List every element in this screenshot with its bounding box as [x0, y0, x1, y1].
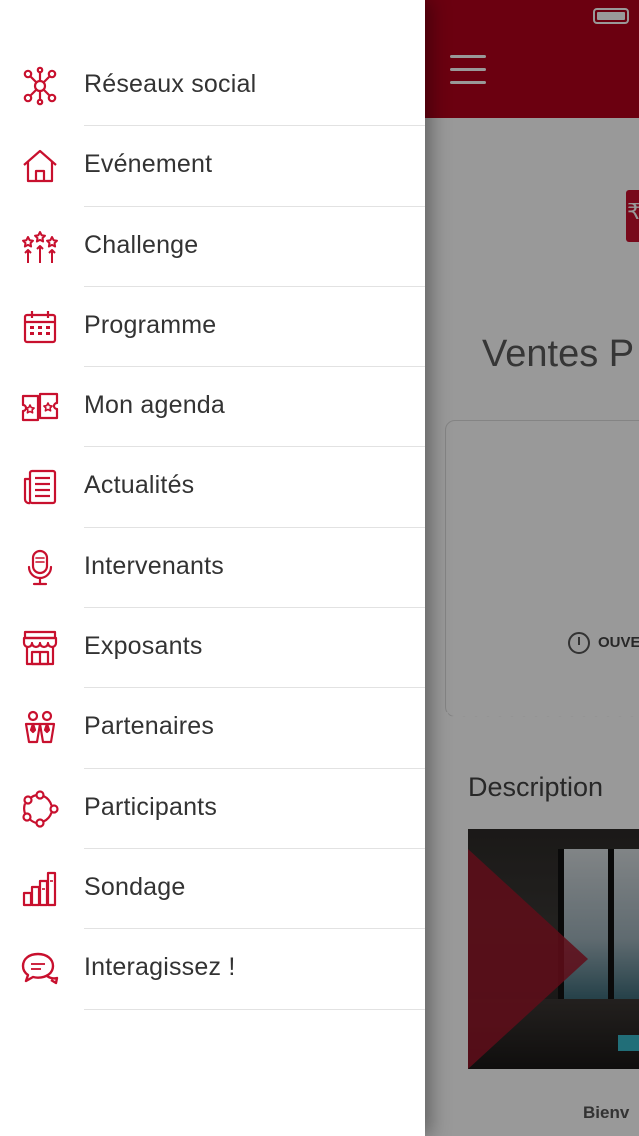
drawer-item-programme[interactable]: Programme — [0, 287, 425, 368]
drawer-item-label: Challenge — [84, 230, 199, 259]
drawer-item-label: Evénement — [84, 150, 213, 179]
drawer-item-exposants[interactable]: Exposants — [0, 608, 425, 689]
drawer-item-challenge[interactable]: Challenge — [0, 207, 425, 287]
drawer-menu: Réseaux social Evénement Challenge Progr… — [0, 46, 425, 1010]
drawer-item-label: Sondage — [84, 872, 186, 901]
store-icon — [20, 628, 60, 668]
drawer-item-label: Actualités — [84, 471, 195, 500]
drawer-item-label: Participants — [84, 792, 218, 821]
drawer-item-partenaires[interactable]: Partenaires — [0, 688, 425, 769]
drawer-item-label: Mon agenda — [84, 391, 226, 420]
partners-icon — [20, 708, 60, 748]
drawer-item-label: Interagissez ! — [84, 953, 236, 982]
participants-icon — [20, 789, 60, 829]
drawer-item-label: Partenaires — [84, 712, 215, 741]
tickets-icon — [20, 387, 60, 427]
drawer-item-label: Intervenants — [84, 551, 224, 580]
chat-bubbles-icon — [20, 949, 60, 989]
drawer-item-sondage[interactable]: Sondage — [0, 849, 425, 930]
fireworks-icon — [20, 227, 60, 267]
drawer-item-reseaux-social[interactable]: Réseaux social — [0, 46, 425, 127]
drawer-item-mon-agenda[interactable]: Mon agenda — [0, 367, 425, 448]
drawer-item-label: Programme — [84, 310, 217, 339]
calendar-icon — [20, 307, 60, 347]
drawer-item-intervenants[interactable]: Intervenants — [0, 528, 425, 609]
bar-chart-icon — [20, 869, 60, 909]
home-icon — [20, 146, 60, 186]
drawer-item-label: Réseaux social — [84, 70, 257, 98]
newspaper-icon — [20, 467, 60, 507]
microphone-icon — [20, 548, 60, 588]
drawer-item-interagissez[interactable]: Interagissez ! — [0, 929, 425, 1010]
drawer-item-participants[interactable]: Participants — [0, 769, 425, 849]
divider — [84, 1008, 425, 1010]
drawer-item-evenement[interactable]: Evénement — [0, 126, 425, 207]
drawer-item-label: Exposants — [84, 632, 203, 661]
drawer-item-actualites[interactable]: Actualités — [0, 447, 425, 528]
network-icon — [20, 66, 60, 106]
navigation-drawer: Réseaux social Evénement Challenge Progr… — [0, 0, 425, 1136]
